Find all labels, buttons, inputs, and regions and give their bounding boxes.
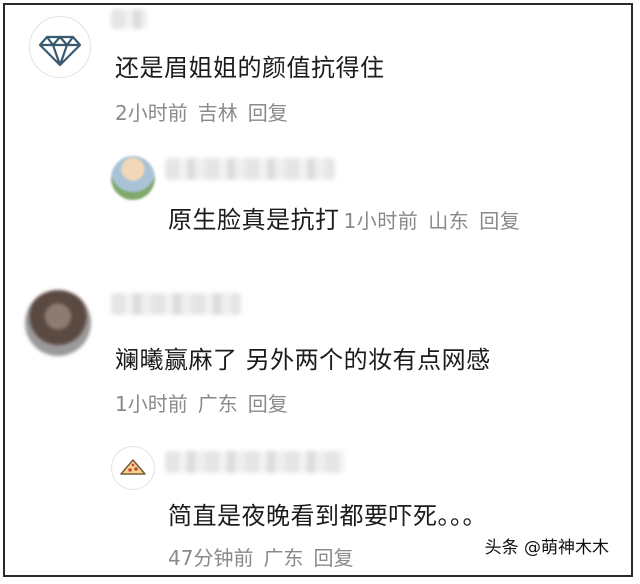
comment-time: 1小时前 bbox=[343, 209, 419, 233]
comment-text: 原生脸真是抗打 bbox=[168, 206, 340, 234]
comment-time: 2小时前 bbox=[115, 101, 188, 125]
comment-text: 还是眉姐姐的颜值抗得住 bbox=[115, 54, 385, 82]
avatar[interactable] bbox=[25, 290, 91, 356]
comment-location: 广东 bbox=[263, 546, 304, 570]
comment-text: 简直是夜晚看到都要吓死。。。 bbox=[168, 502, 487, 530]
reply-button[interactable]: 回复 bbox=[313, 546, 353, 570]
comment-time: 47分钟前 bbox=[168, 546, 254, 570]
comment-text: 斓曦赢麻了 另外两个的妆有点网感 bbox=[115, 346, 491, 374]
reply-button[interactable]: 回复 bbox=[248, 101, 288, 125]
avatar[interactable] bbox=[111, 446, 155, 490]
comment-meta: 2小时前 吉林 回复 bbox=[115, 97, 298, 126]
reply-button[interactable]: 回复 bbox=[248, 392, 288, 416]
comment-location: 吉林 bbox=[197, 101, 238, 125]
blurred-username bbox=[111, 293, 241, 315]
blurred-username bbox=[165, 158, 335, 180]
comment-row: 原生脸真是抗打 1小时前 山东 回复 bbox=[168, 200, 530, 235]
blurred-username bbox=[111, 9, 147, 29]
watermark: 头条 @萌神木木 bbox=[480, 532, 613, 559]
comment-time: 1小时前 bbox=[115, 392, 188, 416]
comment-section: 还是眉姐姐的颜值抗得住 2小时前 吉林 回复 原生脸真是抗打 1小时前 山东 回复 斓曦赢… bbox=[3, 3, 633, 577]
comment-location: 山东 bbox=[428, 209, 470, 233]
pizza-icon bbox=[120, 459, 146, 475]
comment-meta: 47分钟前 广东 回复 bbox=[168, 542, 363, 571]
blurred-username bbox=[165, 451, 345, 473]
diamond-icon bbox=[38, 35, 82, 67]
comment-meta: 1小时前 广东 回复 bbox=[115, 388, 298, 417]
avatar[interactable] bbox=[111, 156, 155, 200]
reply-button[interactable]: 回复 bbox=[479, 209, 520, 233]
comment-location: 广东 bbox=[197, 392, 238, 416]
comment-meta: 1小时前 山东 回复 bbox=[344, 209, 531, 233]
avatar[interactable] bbox=[29, 16, 91, 78]
